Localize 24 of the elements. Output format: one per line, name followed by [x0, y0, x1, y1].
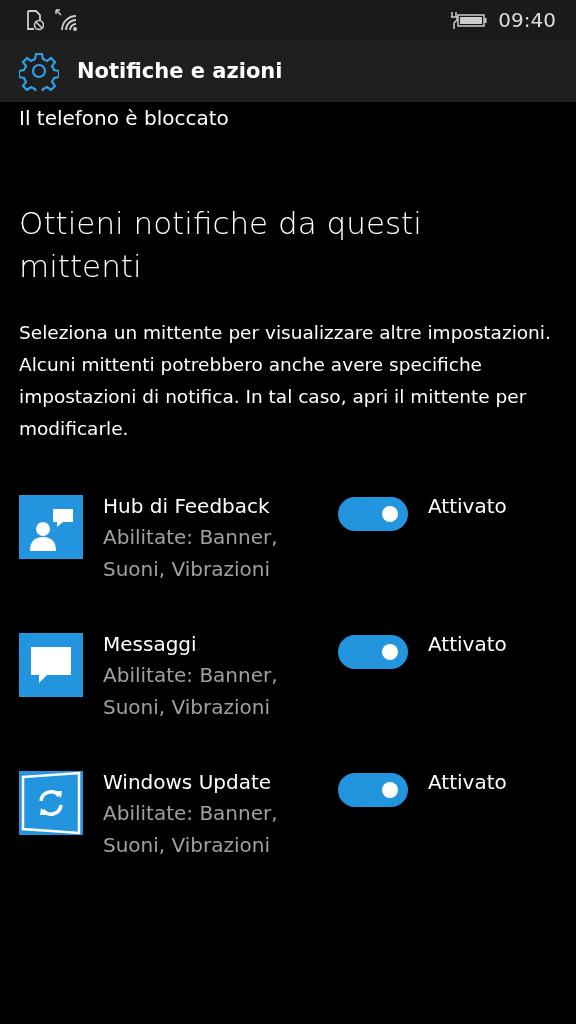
sender-name[interactable]: Windows Update	[103, 766, 338, 797]
toggle-label: Attivato	[427, 768, 507, 796]
toggle-switch[interactable]	[338, 496, 408, 531]
toggle-label: Attivato	[427, 630, 507, 658]
speech-bubble-icon	[19, 632, 83, 697]
settings-icon	[19, 51, 59, 91]
section-description: Seleziona un mittente per visualizzare altre impostazioni. Alcuni mittenti potrebbero anche avere specifiche impostazioni di notifica. In tal caso, apri il mittente per modificarle.	[18, 320, 552, 441]
sender-detail: Abilitate: Banner, Suoni, Vibrazioni	[103, 523, 279, 583]
toggle-label: Attivato	[427, 492, 507, 520]
no-sim-icon	[26, 9, 44, 31]
page-title: Notifiche e azioni	[77, 59, 283, 83]
sender-name[interactable]: Messaggi	[103, 628, 338, 659]
section-heading: Ottieni notifiche da questi mittenti	[18, 204, 423, 287]
clock-time: 09:40	[498, 8, 556, 32]
battery-charging-icon	[450, 10, 489, 30]
sender-detail: Abilitate: Banner, Suoni, Vibrazioni	[103, 661, 279, 721]
sender-name[interactable]: Hub di Feedback	[103, 490, 338, 521]
toggle-switch[interactable]	[338, 772, 408, 807]
sender-detail: Abilitate: Banner, Suoni, Vibrazioni	[103, 799, 279, 859]
setting-caption: Il telefono è bloccato	[18, 105, 230, 130]
toggle-switch[interactable]	[338, 634, 408, 669]
wifi-icon	[54, 8, 80, 32]
refresh-icon	[19, 770, 83, 835]
person-speech-icon	[19, 494, 83, 559]
